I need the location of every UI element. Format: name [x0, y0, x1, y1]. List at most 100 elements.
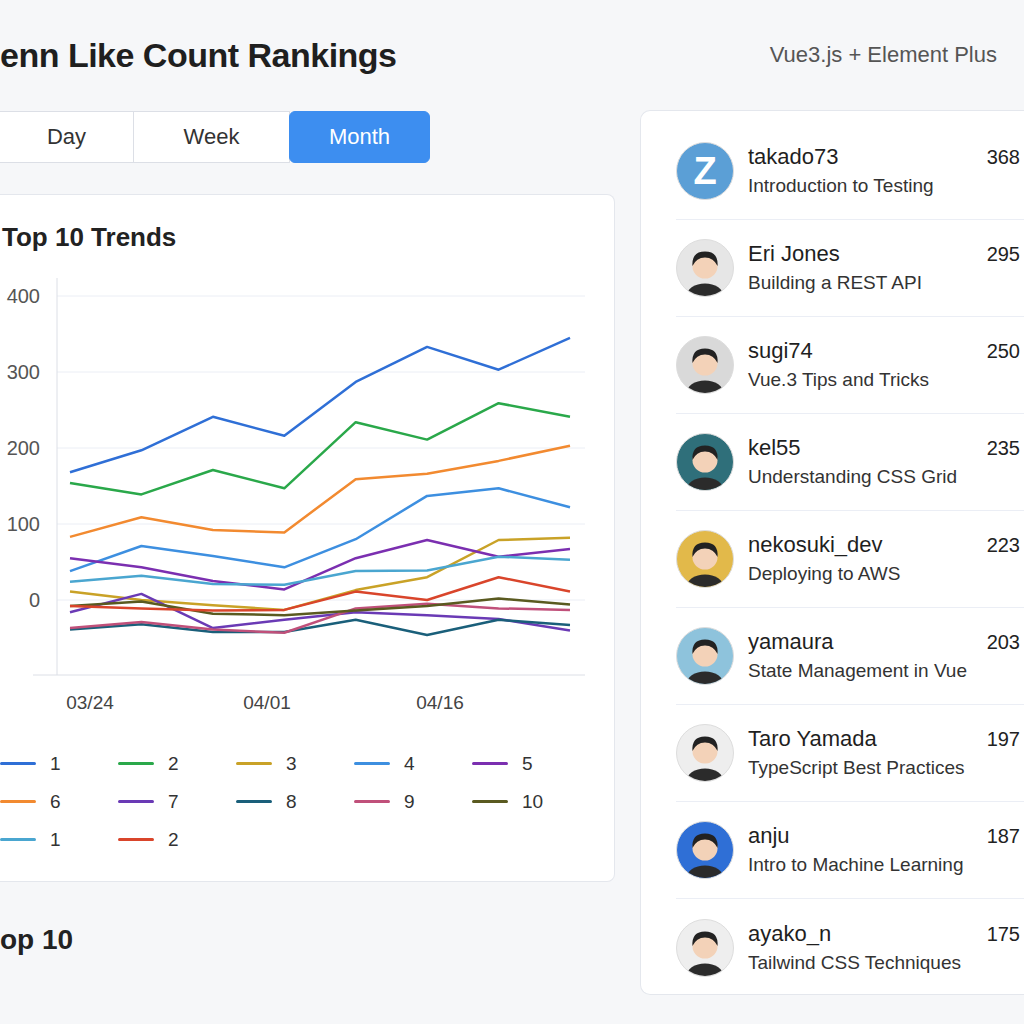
like-count: 235	[987, 437, 1024, 460]
chart-title: Top 10 Trends	[2, 221, 614, 253]
ranking-info: Taro Yamada 197 TypeScript Best Practice…	[748, 724, 1024, 782]
ranking-row[interactable]: yamaura 203 State Management in Vue	[676, 608, 1024, 705]
y-tick: 400	[7, 285, 40, 307]
series-line	[70, 403, 570, 494]
article-title: Deploying to AWS	[748, 560, 1024, 588]
user-name: Eri Jones	[748, 239, 840, 269]
ranking-row[interactable]: anju 187 Intro to Machine Learning	[676, 802, 1024, 899]
user-avatar: Z	[676, 142, 734, 200]
legend-line-icon	[118, 800, 154, 804]
series-line	[70, 557, 570, 585]
legend-item[interactable]: 1	[0, 821, 118, 859]
like-count: 187	[987, 825, 1024, 848]
person-icon	[677, 724, 733, 782]
like-count: 295	[987, 243, 1024, 266]
ranking-row[interactable]: Z takado73 368 Introduction to Testing	[676, 123, 1024, 220]
x-tick: 04/16	[416, 692, 464, 713]
y-tick: 300	[7, 361, 40, 383]
grid-line	[57, 524, 585, 525]
header: enn Like Count Rankings Vue3.js + Elemen…	[0, 0, 1024, 110]
ranking-info: Eri Jones 295 Building a REST API	[748, 239, 1024, 297]
series-line	[70, 540, 570, 589]
user-name: nekosuki_dev	[748, 530, 883, 560]
article-title: State Management in Vue	[748, 657, 1024, 685]
user-name: ayako_n	[748, 919, 831, 949]
legend-line-icon	[0, 762, 36, 766]
logo-icon: Z	[693, 150, 716, 193]
ranking-row[interactable]: kel55 235 Understanding CSS Grid	[676, 414, 1024, 511]
legend-item[interactable]: 10	[472, 783, 590, 821]
legend-item[interactable]: 7	[118, 783, 236, 821]
tech-subtitle: Vue3.js + Element Plus	[770, 42, 997, 68]
legend-line-icon	[472, 762, 508, 766]
user-name: Taro Yamada	[748, 724, 877, 754]
section-title: op 10	[0, 922, 615, 958]
legend-item[interactable]: 5	[472, 745, 590, 783]
ranking-row[interactable]: Eri Jones 295 Building a REST API	[676, 220, 1024, 317]
article-title: Intro to Machine Learning	[748, 851, 1024, 879]
like-count: 250	[987, 340, 1024, 363]
user-name: yamaura	[748, 627, 834, 657]
user-avatar	[676, 919, 734, 977]
user-avatar	[676, 627, 734, 685]
chart-legend: 1 2 3 4 5 6 7 8 9 10 1 2	[0, 745, 614, 859]
legend-line-icon	[354, 762, 390, 766]
legend-item[interactable]: 8	[236, 783, 354, 821]
x-tick: 04/01	[243, 692, 291, 713]
person-icon	[677, 336, 733, 394]
legend-item[interactable]: 9	[354, 783, 472, 821]
legend-item[interactable]: 2	[118, 745, 236, 783]
page-title: enn Like Count Rankings	[0, 36, 397, 75]
series-line	[70, 577, 570, 610]
legend-line-icon	[236, 800, 272, 804]
like-count: 175	[987, 923, 1024, 946]
article-title: TypeScript Best Practices	[748, 754, 1024, 782]
period-tab[interactable]: Month	[289, 111, 430, 163]
grid-line	[57, 372, 585, 373]
period-tabs: DayWeekMonth	[0, 111, 615, 163]
legend-line-icon	[472, 800, 508, 804]
series-line	[70, 446, 570, 537]
person-icon	[677, 821, 733, 879]
legend-item[interactable]: 6	[0, 783, 118, 821]
person-icon	[677, 919, 733, 977]
ranking-info: yamaura 203 State Management in Vue	[748, 627, 1024, 685]
ranking-row[interactable]: sugi74 250 Vue.3 Tips and Tricks	[676, 317, 1024, 414]
ranking-row[interactable]: ayako_n 175 Tailwind CSS Techniques	[676, 899, 1024, 996]
like-count: 368	[987, 146, 1024, 169]
ranking-info: sugi74 250 Vue.3 Tips and Tricks	[748, 336, 1024, 394]
ranking-info: takado73 368 Introduction to Testing	[748, 142, 1024, 200]
like-count: 203	[987, 631, 1024, 654]
legend-line-icon	[118, 838, 154, 842]
left-column: DayWeekMonth Top 10 Trends 400 300 200 100 0…	[0, 110, 615, 958]
ranking-info: anju 187 Intro to Machine Learning	[748, 821, 1024, 879]
article-title: Understanding CSS Grid	[748, 463, 1024, 491]
page: enn Like Count Rankings Vue3.js + Elemen…	[0, 0, 1024, 1024]
series-line	[70, 488, 570, 571]
legend-item[interactable]: 2	[118, 821, 236, 859]
legend-line-icon	[118, 762, 154, 766]
person-icon	[677, 627, 733, 685]
ranking-panel: Z takado73 368 Introduction to Testing E…	[640, 110, 1024, 995]
y-tick: 200	[7, 437, 40, 459]
period-tab[interactable]: Day	[0, 111, 134, 163]
user-avatar	[676, 821, 734, 879]
ranking-row[interactable]: nekosuki_dev 223 Deploying to AWS	[676, 511, 1024, 608]
grid-line	[57, 296, 585, 297]
trend-chart-card: Top 10 Trends 400300200100003/2404/0104/…	[0, 194, 615, 882]
legend-line-icon	[354, 800, 390, 804]
legend-item[interactable]: 1	[0, 745, 118, 783]
user-name: sugi74	[748, 336, 813, 366]
legend-item[interactable]: 3	[236, 745, 354, 783]
user-avatar	[676, 530, 734, 588]
ranking-info: ayako_n 175 Tailwind CSS Techniques	[748, 919, 1024, 977]
y-tick: 100	[7, 513, 40, 535]
article-title: Building a REST API	[748, 269, 1024, 297]
user-name: takado73	[748, 142, 839, 172]
legend-item[interactable]: 4	[354, 745, 472, 783]
legend-line-icon	[0, 800, 36, 804]
period-tab[interactable]: Week	[133, 111, 290, 163]
y-axis	[57, 278, 58, 675]
ranking-info: nekosuki_dev 223 Deploying to AWS	[748, 530, 1024, 588]
ranking-row[interactable]: Taro Yamada 197 TypeScript Best Practice…	[676, 705, 1024, 802]
